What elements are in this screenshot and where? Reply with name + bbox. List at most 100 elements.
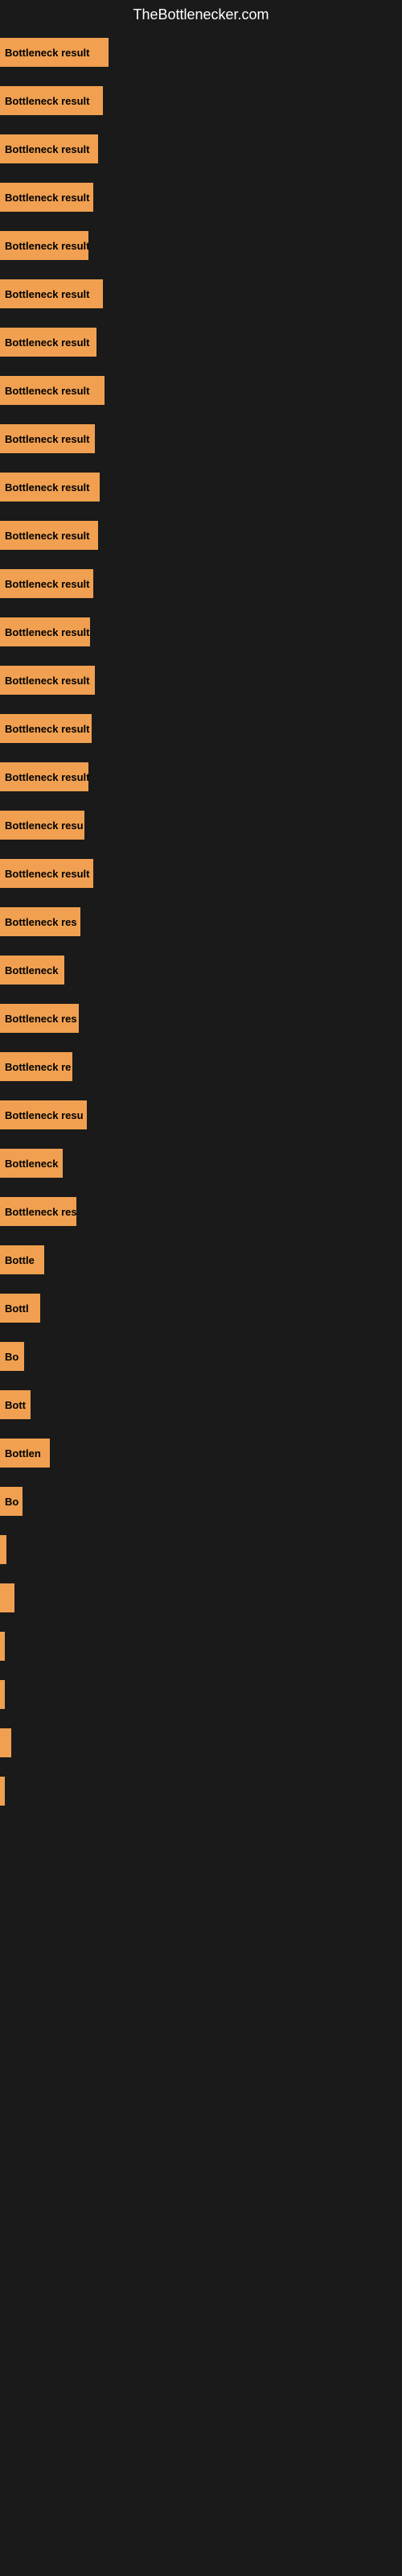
- bottleneck-bar-6: Bottleneck result: [0, 328, 96, 357]
- bar-row: Bottleneck result: [0, 30, 402, 75]
- bar-row: Bottleneck result: [0, 223, 402, 268]
- bar-row: Bottleneck res: [0, 899, 402, 944]
- bar-row: Bottleneck result: [0, 175, 402, 220]
- bar-row: Bo: [0, 1334, 402, 1379]
- bar-label-9: Bottleneck result: [5, 481, 89, 493]
- bottleneck-bar-17: Bottleneck result: [0, 859, 93, 888]
- bar-row: [0, 1575, 402, 1620]
- bar-label-5: Bottleneck result: [5, 288, 89, 300]
- bottleneck-bar-10: Bottleneck result: [0, 521, 98, 550]
- bottleneck-bar-14: Bottleneck result: [0, 714, 92, 743]
- bottleneck-bar-27: Bo: [0, 1342, 24, 1371]
- bottleneck-bar-7: Bottleneck result: [0, 376, 105, 405]
- bottleneck-bar-19: Bottleneck: [0, 956, 64, 985]
- bar-row: Bottleneck result: [0, 416, 402, 461]
- bar-row: Bo: [0, 1479, 402, 1524]
- bottleneck-bar-28: Bott: [0, 1390, 31, 1419]
- bar-row: [0, 1672, 402, 1717]
- bar-label-29: Bottlen: [5, 1447, 41, 1459]
- bar-label-23: Bottleneck: [5, 1158, 58, 1170]
- bar-label-19: Bottleneck: [5, 964, 58, 976]
- bar-label-25: Bottle: [5, 1254, 35, 1266]
- bar-row: Bottleneck result: [0, 464, 402, 510]
- bar-label-17: Bottleneck result: [5, 868, 89, 880]
- bar-label-6: Bottleneck result: [5, 336, 89, 349]
- bar-row: Bottleneck result: [0, 851, 402, 896]
- bar-label-3: Bottleneck result: [5, 192, 89, 204]
- bottleneck-bar-18: Bottleneck res: [0, 907, 80, 936]
- bar-label-4: Bottleneck result: [5, 240, 88, 252]
- bar-label-24: Bottleneck res: [5, 1206, 76, 1218]
- bar-label-0: Bottleneck result: [5, 47, 89, 59]
- bar-label-28: Bott: [5, 1399, 26, 1411]
- bar-row: Bottleneck result: [0, 78, 402, 123]
- bar-row: Bottlen: [0, 1430, 402, 1476]
- bar-row: Bottleneck res: [0, 1189, 402, 1234]
- bottleneck-bar-24: Bottleneck res: [0, 1197, 76, 1226]
- bar-row: Bottleneck result: [0, 271, 402, 316]
- bottleneck-bar-2: Bottleneck result: [0, 134, 98, 163]
- bottleneck-bar-30: Bo: [0, 1487, 23, 1516]
- bar-row: Bottleneck resu: [0, 803, 402, 848]
- bar-label-16: Bottleneck resu: [5, 819, 84, 832]
- bar-label-30: Bo: [5, 1496, 18, 1508]
- bar-label-12: Bottleneck result: [5, 626, 89, 638]
- bottleneck-bar-33: [0, 1632, 5, 1661]
- bottleneck-bar-3: Bottleneck result: [0, 183, 93, 212]
- bar-row: Bottleneck result: [0, 706, 402, 751]
- bottleneck-bar-34: [0, 1680, 5, 1709]
- bar-row: Bottleneck re: [0, 1044, 402, 1089]
- bar-row: Bottleneck result: [0, 126, 402, 171]
- bar-label-13: Bottleneck result: [5, 675, 89, 687]
- bottleneck-bar-13: Bottleneck result: [0, 666, 95, 695]
- bar-label-22: Bottleneck resu: [5, 1109, 84, 1121]
- bar-row: Bottleneck result: [0, 561, 402, 606]
- bottleneck-bar-20: Bottleneck res: [0, 1004, 79, 1033]
- bottleneck-bar-16: Bottleneck resu: [0, 811, 84, 840]
- bar-label-10: Bottleneck result: [5, 530, 89, 542]
- bottleneck-bar-29: Bottlen: [0, 1439, 50, 1468]
- bar-label-8: Bottleneck result: [5, 433, 89, 445]
- bar-row: Bottleneck res: [0, 996, 402, 1041]
- bar-label-7: Bottleneck result: [5, 385, 89, 397]
- bar-label-21: Bottleneck re: [5, 1061, 71, 1073]
- bottleneck-bar-12: Bottleneck result: [0, 617, 90, 646]
- bottleneck-bar-9: Bottleneck result: [0, 473, 100, 502]
- bottleneck-bar-5: Bottleneck result: [0, 279, 103, 308]
- bar-row: Bottleneck result: [0, 658, 402, 703]
- bar-label-27: Bo: [5, 1351, 18, 1363]
- bottleneck-bar-4: Bottleneck result: [0, 231, 88, 260]
- bar-label-2: Bottleneck result: [5, 143, 89, 155]
- bar-row: Bottleneck result: [0, 320, 402, 365]
- bottleneck-bar-22: Bottleneck resu: [0, 1100, 87, 1129]
- bar-row: [0, 1769, 402, 1814]
- bottleneck-bar-11: Bottleneck result: [0, 569, 93, 598]
- bar-row: Bottleneck result: [0, 609, 402, 654]
- bar-row: Bottleneck resu: [0, 1092, 402, 1137]
- bar-label-20: Bottleneck res: [5, 1013, 77, 1025]
- bar-row: Bottleneck result: [0, 513, 402, 558]
- bar-label-26: Bottl: [5, 1302, 29, 1315]
- bar-row: Bottleneck result: [0, 754, 402, 799]
- bar-row: [0, 1624, 402, 1669]
- bottleneck-bar-15: Bottleneck result: [0, 762, 88, 791]
- bottleneck-bar-0: Bottleneck result: [0, 38, 109, 67]
- bar-label-18: Bottleneck res: [5, 916, 77, 928]
- bar-label-15: Bottleneck result: [5, 771, 88, 783]
- bar-row: Bottleneck result: [0, 368, 402, 413]
- bar-row: Bottl: [0, 1286, 402, 1331]
- bottleneck-bar-1: Bottleneck result: [0, 86, 103, 115]
- bottleneck-bar-25: Bottle: [0, 1245, 44, 1274]
- bottleneck-bar-35: [0, 1728, 11, 1757]
- bottleneck-bar-36: [0, 1777, 5, 1806]
- bottleneck-bar-21: Bottleneck re: [0, 1052, 72, 1081]
- bottleneck-bar-8: Bottleneck result: [0, 424, 95, 453]
- bar-row: Bott: [0, 1382, 402, 1427]
- bottleneck-bar-31: [0, 1535, 6, 1564]
- bar-label-1: Bottleneck result: [5, 95, 89, 107]
- bottleneck-bar-26: Bottl: [0, 1294, 40, 1323]
- bar-row: [0, 1527, 402, 1572]
- site-title: TheBottlenecker.com: [0, 0, 402, 30]
- bar-row: Bottle: [0, 1237, 402, 1282]
- bar-row: [0, 1720, 402, 1765]
